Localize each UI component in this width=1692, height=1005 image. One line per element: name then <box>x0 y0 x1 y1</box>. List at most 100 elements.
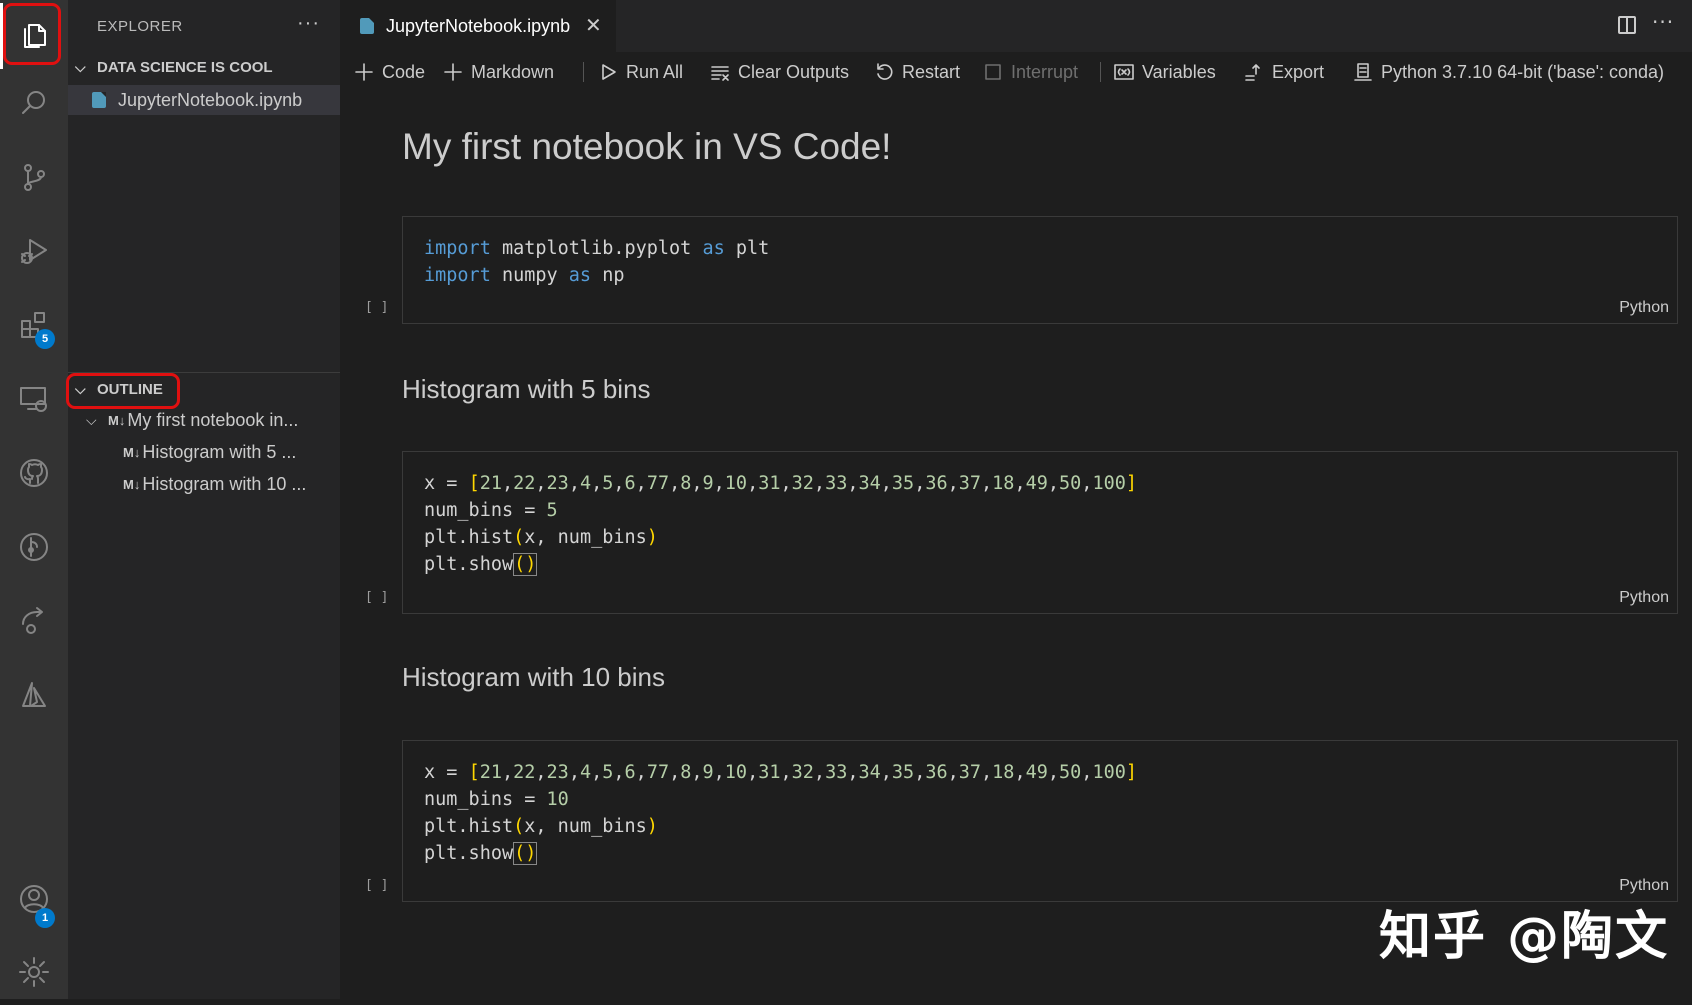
gear-icon <box>19 957 49 987</box>
live-share-icon <box>22 607 43 634</box>
file-item-label: JupyterNotebook.ipynb <box>118 89 303 110</box>
activity-extensions[interactable]: 5 <box>0 292 68 358</box>
chevron-down-icon: ⌵ <box>86 411 97 428</box>
cell-code: x = [21,22,23,4,5,6,77,8,9,10,31,32,33,3… <box>424 473 1137 576</box>
chevron-down-icon: ⌵ <box>75 380 86 397</box>
activity-live-share[interactable] <box>0 588 68 654</box>
notebook-toolbar: Code Markdown Run All Clear Outputs Rest… <box>340 52 1692 92</box>
activity-github[interactable] <box>0 440 68 506</box>
editor: JupyterNotebook.ipynb ✕ ··· Code Markdow… <box>340 0 1692 999</box>
code-cell[interactable]: x = [21,22,23,4,5,6,77,8,9,10,31,32,33,3… <box>402 740 1678 902</box>
watermark: 知乎 @陶文 <box>1379 907 1670 967</box>
toolbar-separator <box>1100 62 1101 82</box>
cell-code: x = [21,22,23,4,5,6,77,8,9,10,31,32,33,3… <box>424 762 1137 865</box>
execution-count[interactable]: [ ] <box>365 590 388 605</box>
plus-icon <box>444 63 462 81</box>
tab-label: JupyterNotebook.ipynb <box>386 15 571 36</box>
export-icon <box>1245 64 1260 81</box>
stop-icon <box>985 64 1001 80</box>
extensions-badge: 5 <box>35 329 55 349</box>
markdown-icon: M↓ <box>123 476 141 492</box>
gitlens-icon <box>20 533 48 561</box>
activity-search[interactable] <box>0 70 68 136</box>
activity-gitlens[interactable] <box>0 514 68 580</box>
folder-section-title: DATA SCIENCE IS COOL <box>97 58 273 76</box>
chevron-down-icon: ⌵ <box>75 58 86 75</box>
plus-icon <box>355 63 373 81</box>
source-control-icon <box>24 164 45 191</box>
outline-section-title: OUTLINE <box>97 380 163 398</box>
notebook-heading-1[interactable]: My first notebook in VS Code! <box>402 126 891 168</box>
github-icon <box>20 459 48 487</box>
markdown-icon: M↓ <box>123 444 141 460</box>
run-all-label: Run All <box>626 61 684 82</box>
add-code-cell-button[interactable]: Code <box>354 52 425 92</box>
search-icon <box>22 91 45 114</box>
interrupt-label: Interrupt <box>1011 61 1079 82</box>
notebook-file-icon <box>360 18 374 34</box>
cell-language[interactable]: Python <box>1619 299 1669 317</box>
outline-item-label: Histogram with 5 ... <box>142 441 297 462</box>
cell-code: import matplotlib.pyplot as plt import n… <box>424 238 770 286</box>
variables-icon <box>1114 64 1134 80</box>
restart-icon <box>877 63 893 80</box>
run-debug-icon <box>21 239 47 264</box>
variables-label: Variables <box>1142 61 1216 82</box>
outline-item-label: Histogram with 10 ... <box>142 473 307 494</box>
notebook-heading-3[interactable]: Histogram with 10 bins <box>402 662 665 693</box>
code-cell[interactable]: x = [21,22,23,4,5,6,77,8,9,10,31,32,33,3… <box>402 451 1678 614</box>
tab-notebook[interactable]: JupyterNotebook.ipynb ✕ <box>340 0 616 52</box>
sidebar-title: EXPLORER <box>97 18 183 35</box>
execution-count[interactable]: [ ] <box>365 878 388 893</box>
clear-outputs-label: Clear Outputs <box>738 61 850 82</box>
files-icon <box>24 24 46 48</box>
kernel-picker[interactable]: Python 3.7.10 64-bit ('base': conda) <box>1353 52 1664 92</box>
tab-strip: JupyterNotebook.ipynb ✕ ··· <box>340 0 1692 52</box>
activity-bar: 5 1 <box>0 0 68 999</box>
activity-run-debug[interactable] <box>0 218 68 284</box>
server-environment-icon <box>1354 63 1372 81</box>
remote-explorer-icon <box>20 387 47 412</box>
clear-all-icon <box>711 66 729 81</box>
play-icon <box>602 64 616 80</box>
outline-item[interactable]: ⌵ M↓ My first notebook in... <box>68 405 358 435</box>
clear-outputs-button[interactable]: Clear Outputs <box>710 52 849 92</box>
export-button[interactable]: Export <box>1244 52 1324 92</box>
file-item[interactable]: JupyterNotebook.ipynb <box>68 85 340 115</box>
restart-label: Restart <box>902 61 961 82</box>
interrupt-button[interactable]: Interrupt <box>983 52 1078 92</box>
code-cell[interactable]: import matplotlib.pyplot as plt import n… <box>402 216 1678 324</box>
outline-section-header[interactable]: ⌵ OUTLINE <box>68 375 340 403</box>
accounts-badge: 1 <box>35 908 55 928</box>
add-code-label: Code <box>382 61 426 82</box>
section-divider <box>68 372 340 373</box>
azure-icon <box>22 682 46 707</box>
activity-remote-explorer[interactable] <box>0 366 68 432</box>
sidebar: EXPLORER ··· ⌵ DATA SCIENCE IS COOL Jupy… <box>66 0 340 999</box>
markdown-icon: M↓ <box>108 412 126 428</box>
cell-language[interactable]: Python <box>1619 589 1669 607</box>
add-markdown-label: Markdown <box>471 61 555 82</box>
notebook-heading-2[interactable]: Histogram with 5 bins <box>402 374 651 405</box>
activity-manage[interactable] <box>0 939 68 1005</box>
restart-button[interactable]: Restart <box>874 52 960 92</box>
activity-azure[interactable] <box>0 662 68 728</box>
execution-count[interactable]: [ ] <box>365 300 388 315</box>
close-icon[interactable]: ✕ <box>585 13 602 38</box>
outline-item-label: My first notebook in... <box>127 409 299 430</box>
split-editor-icon[interactable] <box>1618 16 1636 34</box>
activity-accounts[interactable]: 1 <box>0 866 68 932</box>
sidebar-more-button[interactable]: ··· <box>297 12 320 35</box>
cell-language[interactable]: Python <box>1619 877 1669 895</box>
activity-source-control[interactable] <box>0 144 68 210</box>
notebook-file-icon <box>92 92 106 108</box>
add-markdown-cell-button[interactable]: Markdown <box>443 52 554 92</box>
variables-button[interactable]: Variables <box>1114 52 1216 92</box>
export-label: Export <box>1272 61 1325 82</box>
kernel-label: Python 3.7.10 64-bit ('base': conda) <box>1381 61 1665 82</box>
toolbar-separator <box>583 62 584 82</box>
activity-explorer[interactable] <box>0 3 68 69</box>
folder-section-header[interactable]: ⌵ DATA SCIENCE IS COOL <box>68 53 340 81</box>
editor-more-button[interactable]: ··· <box>1652 10 1674 34</box>
run-all-button[interactable]: Run All <box>598 52 683 92</box>
